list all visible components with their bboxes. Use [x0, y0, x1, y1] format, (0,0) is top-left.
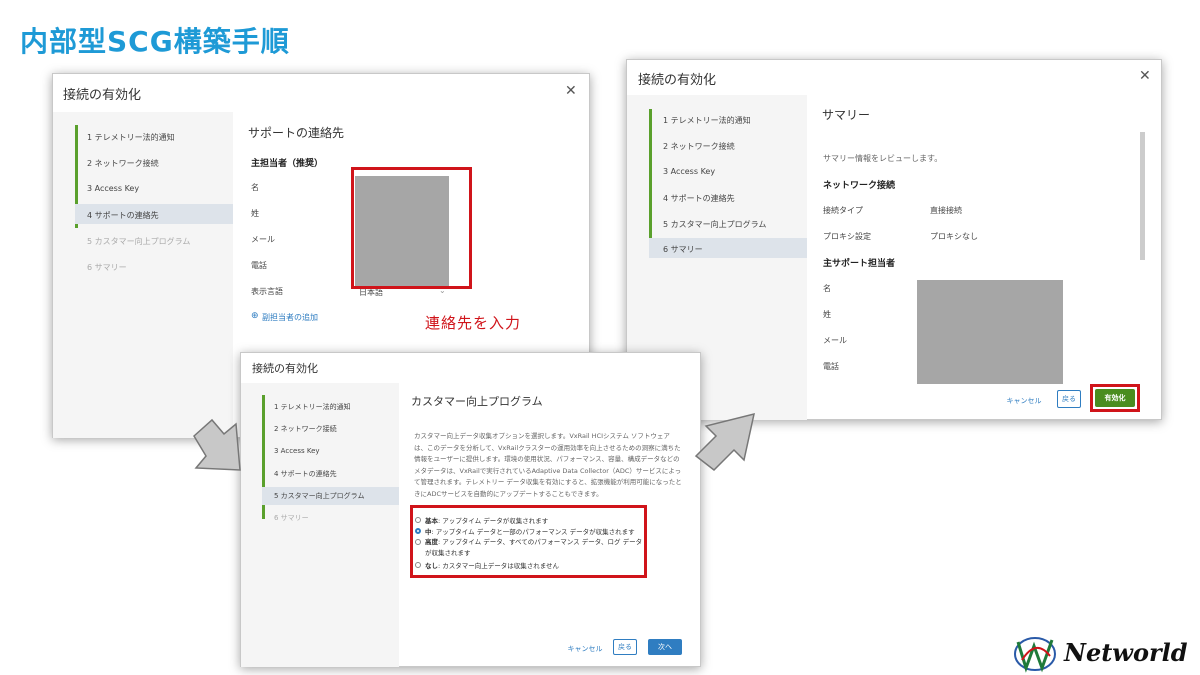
step-item-4[interactable]: 4 サポートの連絡先 — [274, 469, 337, 479]
step-item-6: 6 サマリー — [87, 263, 127, 272]
page-title: 内部型SCG構築手順 — [20, 25, 290, 58]
step-item-2[interactable]: 2 ネットワーク接続 — [663, 141, 735, 152]
step-item-4[interactable]: 4 サポートの連絡先 — [663, 193, 735, 204]
step-item-2[interactable]: 2 ネットワーク接続 — [87, 158, 159, 169]
connection-type-value: 直接接続 — [930, 206, 962, 215]
network-heading: ネットワーク接続 — [823, 181, 896, 191]
dialog-title: 接続の有効化 — [638, 73, 717, 88]
cancel-button[interactable]: キャンセル — [565, 644, 605, 654]
close-icon[interactable]: ✕ — [565, 83, 577, 99]
step-item-6: 6 サマリー — [274, 514, 309, 522]
review-text: サマリー情報をレビューします。 — [823, 154, 943, 163]
field-label-first-name: 名 — [823, 284, 831, 293]
field-label-language: 表示言語 — [251, 287, 283, 296]
program-description: カスタマー向上データ収集オプションを選択します。VxRail HCIシステム ソ… — [414, 432, 682, 498]
redacted-contact-values — [917, 280, 1063, 384]
back-button[interactable]: 戻る — [613, 639, 637, 655]
field-label-phone: 電話 — [251, 261, 267, 270]
back-button[interactable]: 戻る — [1057, 390, 1081, 408]
add-secondary-contact-link[interactable]: 副担当者の追加 — [262, 312, 318, 323]
section-title: サポートの連絡先 — [248, 126, 345, 140]
next-button[interactable]: 次へ — [648, 639, 682, 655]
step-item-3[interactable]: 3 Access Key — [663, 167, 715, 176]
field-label-last-name: 姓 — [823, 310, 831, 319]
field-label-first-name: 名 — [251, 183, 259, 192]
field-label-phone: 電話 — [823, 362, 839, 371]
add-circle-icon[interactable]: ⊕ — [251, 311, 259, 321]
dialog-title: 接続の有効化 — [252, 362, 318, 375]
scrollbar[interactable] — [1140, 132, 1145, 260]
step-item-1[interactable]: 1 テレメトリー法的通知 — [663, 115, 751, 126]
highlight-box — [351, 167, 472, 289]
wizard-steps: 1 テレメトリー法的通知 2 ネットワーク接続 3 Access Key 4 サ… — [53, 112, 233, 438]
enable-button[interactable]: 有効化 — [1095, 389, 1135, 407]
section-title: サマリー — [822, 108, 871, 122]
networld-logo-icon — [1014, 637, 1056, 673]
step-progress-bar — [649, 109, 652, 254]
connection-type-label: 接続タイプ — [823, 206, 863, 215]
step-item-1[interactable]: 1 テレメトリー法的通知 — [87, 132, 175, 143]
step-item-5[interactable]: 5 カスタマー向上プログラム — [274, 491, 364, 501]
wizard-steps: 1 テレメトリー法的通知 2 ネットワーク接続 3 Access Key 4 サ… — [241, 383, 399, 667]
dialog-customer-program: 接続の有効化 1 テレメトリー法的通知 2 ネットワーク接続 3 Access … — [240, 352, 701, 667]
field-label-email: メール — [251, 235, 275, 244]
proxy-value: プロキシなし — [930, 232, 978, 241]
step-item-5: 5 カスタマー向上プログラム — [87, 237, 191, 246]
step-item-2[interactable]: 2 ネットワーク接続 — [274, 424, 337, 434]
primary-contact-label: 主担当者（推奨） — [251, 159, 324, 169]
arrow-right-icon — [193, 418, 241, 471]
cancel-button[interactable]: キャンセル — [1003, 396, 1045, 406]
field-label-last-name: 姓 — [251, 209, 259, 218]
primary-support-heading: 主サポート担当者 — [823, 259, 896, 269]
close-icon[interactable]: ✕ — [1139, 68, 1151, 84]
highlight-box — [410, 505, 647, 578]
step-item-1[interactable]: 1 テレメトリー法的通知 — [274, 402, 351, 412]
step-item-6[interactable]: 6 サマリー — [663, 244, 703, 255]
field-label-email: メール — [823, 336, 847, 345]
step-item-3[interactable]: 3 Access Key — [274, 447, 320, 455]
step-item-5[interactable]: 5 カスタマー向上プログラム — [663, 219, 766, 230]
dialog-summary: 接続の有効化 ✕ 1 テレメトリー法的通知 2 ネットワーク接続 3 Acces… — [626, 59, 1162, 420]
logo-text: Networld — [1064, 638, 1188, 667]
annotation-text: 連絡先を入力 — [425, 314, 522, 332]
proxy-label: プロキシ設定 — [823, 232, 871, 241]
section-title: カスタマー向上プログラム — [411, 395, 543, 408]
arrow-right-icon — [694, 412, 755, 471]
step-item-3[interactable]: 3 Access Key — [87, 184, 139, 193]
step-item-4[interactable]: 4 サポートの連絡先 — [87, 210, 159, 221]
dialog-title: 接続の有効化 — [63, 88, 142, 103]
